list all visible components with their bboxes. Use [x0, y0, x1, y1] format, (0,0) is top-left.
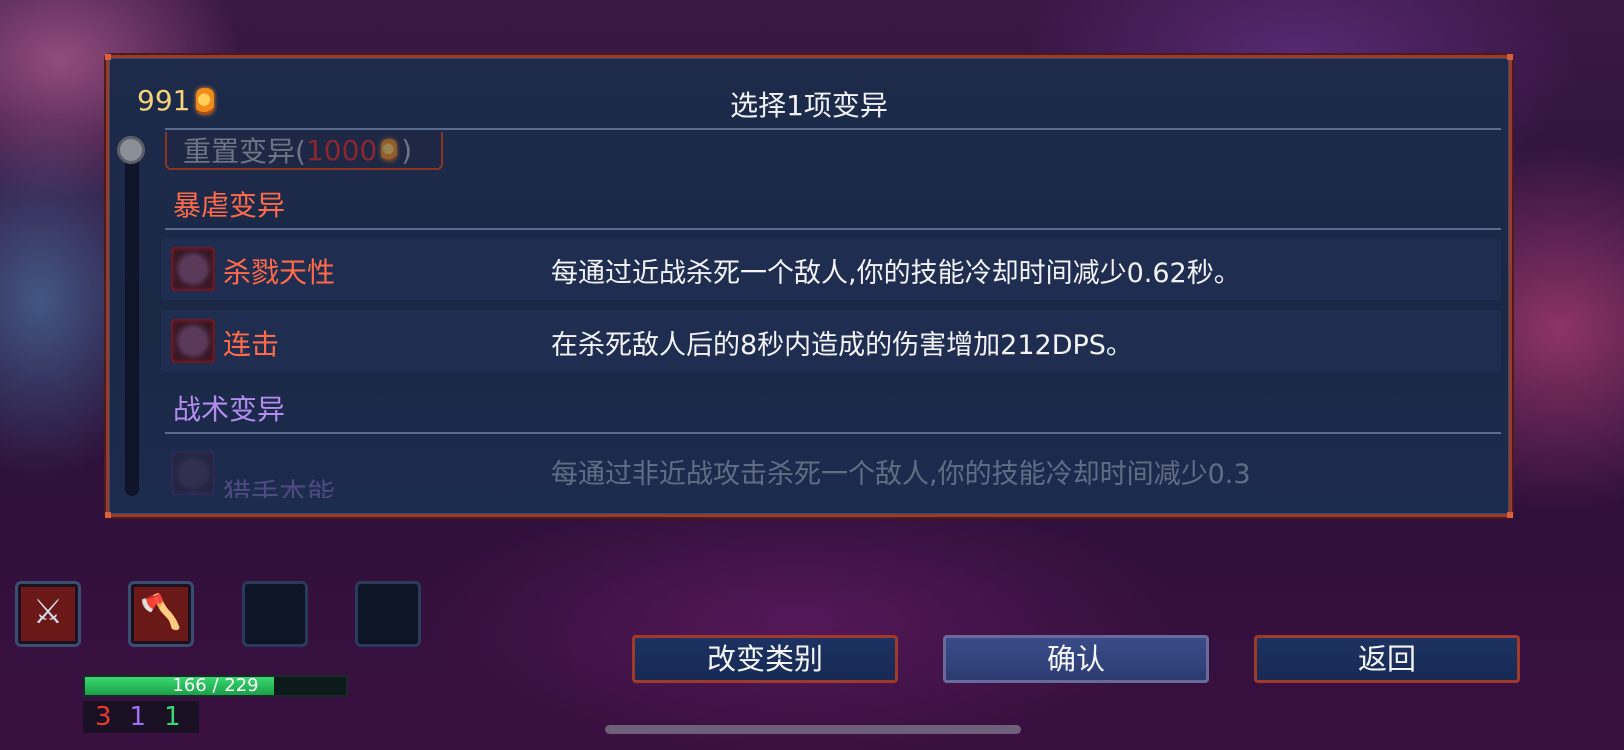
- mutation-row[interactable]: 猎手本能 每通过非近战攻击杀死一个敌人,你的技能冷却时间减少0.3: [161, 442, 1501, 498]
- mutation-name: 杀戮天性: [223, 256, 336, 289]
- mutation-name: 猎手本能: [223, 477, 336, 498]
- panel-title: 选择1项变异: [730, 89, 888, 122]
- bow-icon: [171, 451, 215, 495]
- equipment-slot[interactable]: ⚔: [15, 581, 81, 647]
- mutation-row[interactable]: 连击 在杀死敌人后的8秒内造成的伤害增加212DPS。: [161, 310, 1501, 372]
- mutation-name: 连击: [223, 328, 280, 361]
- category-divider: [165, 432, 1501, 434]
- reset-close: ): [401, 133, 413, 167]
- scrollbar-thumb[interactable]: [117, 136, 145, 164]
- fire-axe-icon: 🪓: [139, 592, 183, 632]
- cell-coin-icon: [381, 139, 398, 161]
- confirm-button[interactable]: 确认: [943, 635, 1209, 683]
- blade-icon: [171, 247, 215, 291]
- reset-label: 重置变异(: [183, 135, 306, 168]
- equipment-slot[interactable]: 🪓: [128, 581, 194, 647]
- category-tactics: 战术变异: [173, 393, 286, 426]
- equipment-slot-empty[interactable]: [355, 581, 421, 647]
- stat-scrolls: 3 1 1: [83, 701, 199, 733]
- mutation-description: 每通过近战杀死一个敌人,你的技能冷却时间减少0.62秒。: [551, 258, 1241, 289]
- pickaxe-icon: [171, 319, 215, 363]
- health-bar: 166 / 229: [83, 675, 348, 697]
- category-divider: [165, 228, 1501, 230]
- equipment-slot-empty[interactable]: [242, 581, 308, 647]
- reset-cost: 1000: [305, 133, 378, 167]
- health-text: 166 / 229: [172, 675, 259, 696]
- mutation-row[interactable]: 杀戮天性 每通过近战杀死一个敌人,你的技能冷却时间减少0.62秒。: [161, 238, 1501, 300]
- change-category-button[interactable]: 改变类别: [632, 635, 898, 683]
- category-brutality: 暴虐变异: [173, 189, 286, 222]
- whip-sword-icon: ⚔: [32, 592, 64, 632]
- stat-tactics: 1: [129, 702, 147, 732]
- home-indicator[interactable]: [605, 725, 1021, 734]
- reset-mutation-button[interactable]: 重置变异( 1000 ): [165, 132, 443, 170]
- stat-brutality: 3: [95, 702, 112, 732]
- stat-survival: 1: [164, 702, 181, 732]
- mutation-description: 在杀死敌人后的8秒内造成的伤害增加212DPS。: [551, 330, 1133, 361]
- mutation-panel: 991 选择1项变异 重置变异( 1000 ) 暴虐变异 杀戮天性 每通过近战杀…: [105, 54, 1513, 518]
- scrollbar-track[interactable]: [125, 150, 139, 496]
- title-divider: [165, 128, 1501, 130]
- mutation-description: 每通过非近战攻击杀死一个敌人,你的技能冷却时间减少0.3: [551, 459, 1251, 490]
- back-button[interactable]: 返回: [1254, 635, 1520, 683]
